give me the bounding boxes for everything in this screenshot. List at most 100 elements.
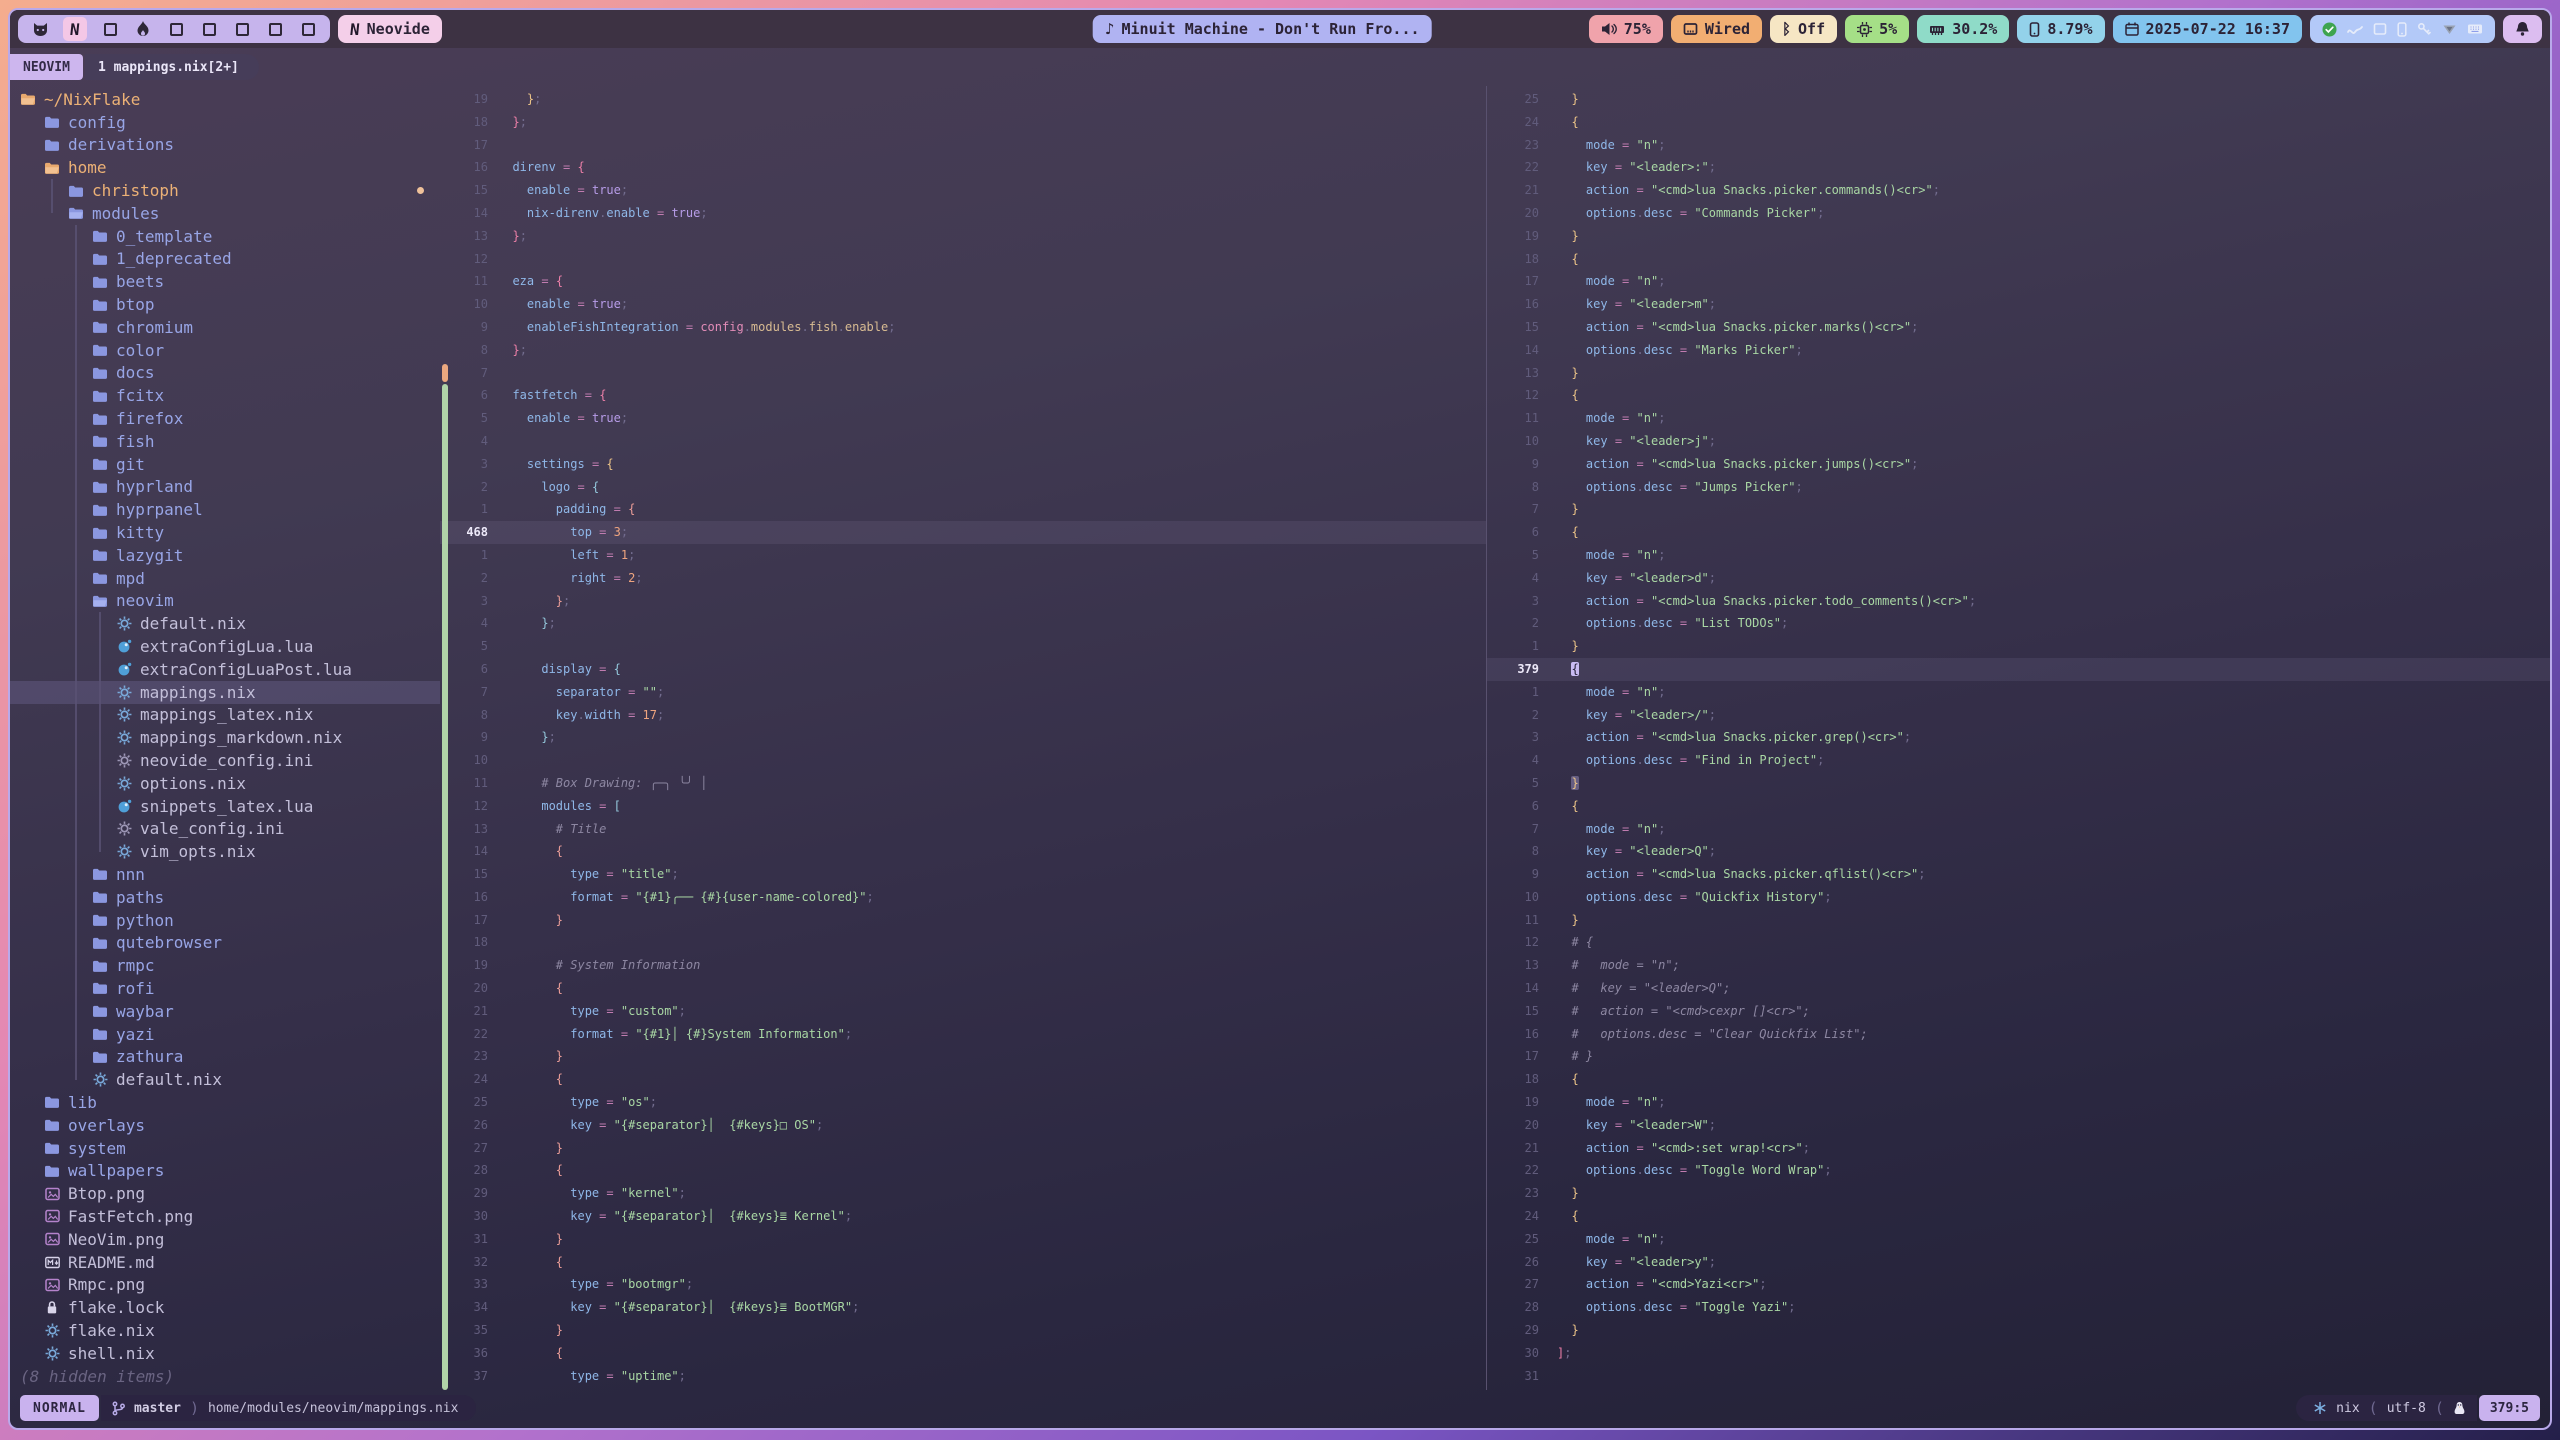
code-line[interactable]: 14 { [440,840,1486,863]
code-line[interactable]: 35 } [440,1319,1486,1342]
tree-item-Btop.png[interactable]: Btop.png [10,1182,440,1205]
code-line[interactable]: 2 logo = { [440,476,1486,499]
code-line[interactable]: 24 { [1487,1205,2550,1228]
code-line[interactable]: 32 { [440,1251,1486,1274]
active-window-title[interactable]: N Neovide [338,15,442,43]
tree-item-christoph[interactable]: christoph [10,179,440,202]
code-line[interactable]: 4 [440,430,1486,453]
window-icon[interactable] [2373,22,2387,36]
workspace-3-empty-icon[interactable] [100,19,120,39]
code-line[interactable]: 15 type = "title"; [440,863,1486,886]
code-line[interactable]: 20 { [440,977,1486,1000]
code-pane-left[interactable]: 19 };18 };1716 direnv = {15 enable = tru… [440,86,1486,1390]
code-line[interactable]: 25 mode = "n"; [1487,1228,2550,1251]
workspace-7-empty-icon[interactable] [232,19,252,39]
code-line[interactable]: 9 action = "<cmd>lua Snacks.picker.qflis… [1487,863,2550,886]
phone-icon[interactable] [2397,22,2407,37]
code-line[interactable]: 30 key = "{#separator}│ {#keys}≣ Kernel"… [440,1205,1486,1228]
code-line[interactable]: 7 separator = ""; [440,681,1486,704]
tree-item-flake.nix[interactable]: flake.nix [10,1319,440,1342]
code-line[interactable]: 20 key = "<leader>W"; [1487,1114,2550,1137]
code-line[interactable]: 12 # { [1487,931,2550,954]
code-line[interactable]: 22 options.desc = "Toggle Word Wrap"; [1487,1159,2550,1182]
code-line[interactable]: 13 } [1487,362,2550,385]
tree-item-flake.lock[interactable]: flake.lock [10,1296,440,1319]
code-line[interactable]: 31 } [440,1228,1486,1251]
code-line[interactable]: 17 mode = "n"; [1487,270,2550,293]
code-line[interactable]: 5 } [1487,772,2550,795]
code-line[interactable]: 8 key = "<leader>Q"; [1487,840,2550,863]
code-line[interactable]: 1 left = 1; [440,544,1486,567]
code-line[interactable]: 11 mode = "n"; [1487,407,2550,430]
code-line[interactable]: 21 type = "custom"; [440,1000,1486,1023]
code-line[interactable]: 18 { [1487,1068,2550,1091]
code-line[interactable]: 8 key.width = 17; [440,704,1486,727]
code-line[interactable]: 33 type = "bootmgr"; [440,1273,1486,1296]
code-line[interactable]: 24 { [1487,111,2550,134]
code-line[interactable]: 19 # System Information [440,954,1486,977]
code-line[interactable]: 12 { [1487,384,2550,407]
tree-item-README.md[interactable]: README.md [10,1251,440,1274]
tree-item-config[interactable]: config [10,111,440,134]
tree-item-FastFetch.png[interactable]: FastFetch.png [10,1205,440,1228]
tree-item-home[interactable]: home [10,156,440,179]
code-line[interactable]: 27 } [440,1137,1486,1160]
code-line[interactable]: 6 fastfetch = { [440,384,1486,407]
code-line[interactable]: 20 options.desc = "Commands Picker"; [1487,202,2550,225]
code-line[interactable]: 29 } [1487,1319,2550,1342]
notifications-button[interactable] [2503,15,2542,43]
code-line[interactable]: 21 action = "<cmd>lua Snacks.picker.comm… [1487,179,2550,202]
tree-item-~/NixFlake[interactable]: ~/NixFlake [10,88,440,111]
code-line[interactable]: 1 } [1487,635,2550,658]
tree-item-lib[interactable]: lib [10,1091,440,1114]
code-line[interactable]: 19 }; [440,88,1486,111]
code-line[interactable]: 17 } [440,909,1486,932]
code-line[interactable]: 5 mode = "n"; [1487,544,2550,567]
code-line[interactable]: 23 mode = "n"; [1487,134,2550,157]
code-line[interactable]: 23 } [1487,1182,2550,1205]
code-line[interactable]: 7 mode = "n"; [1487,818,2550,841]
code-line[interactable]: 23 } [440,1045,1486,1068]
code-line[interactable]: 28 { [440,1159,1486,1182]
code-line[interactable]: 28 options.desc = "Toggle Yazi"; [1487,1296,2550,1319]
code-line[interactable]: 17 [440,134,1486,157]
code-line[interactable]: 16 key = "<leader>m"; [1487,293,2550,316]
code-line[interactable]: 9 }; [440,726,1486,749]
key-icon[interactable] [2417,22,2432,37]
code-line[interactable]: 3 action = "<cmd>lua Snacks.picker.grep(… [1487,726,2550,749]
code-line[interactable]: 34 key = "{#separator}│ {#keys}≣ BootMGR… [440,1296,1486,1319]
workspace-6-empty-icon[interactable] [199,19,219,39]
keyboard-icon[interactable] [2467,23,2483,35]
code-line[interactable]: 10 key = "<leader>j"; [1487,430,2550,453]
code-line[interactable]: 468 top = 3; [440,521,1486,544]
code-line[interactable]: 10 options.desc = "Quickfix History"; [1487,886,2550,909]
code-line[interactable]: 10 [440,749,1486,772]
code-line[interactable]: 12 modules = [ [440,795,1486,818]
code-line[interactable]: 15 action = "<cmd>lua Snacks.picker.mark… [1487,316,2550,339]
code-line[interactable]: 17 # } [1487,1045,2550,1068]
code-line[interactable]: 15 # action = "<cmd>cexpr []<cr>"; [1487,1000,2550,1023]
workspace-1-cat-icon[interactable] [30,19,50,39]
code-line[interactable]: 18 [440,931,1486,954]
tree-item-wallpapers[interactable]: wallpapers [10,1159,440,1182]
code-line[interactable]: 16 # options.desc = "Clear Quickfix List… [1487,1023,2550,1046]
code-line[interactable]: 15 enable = true; [440,179,1486,202]
workspace-8-empty-icon[interactable] [265,19,285,39]
code-line[interactable]: 4 }; [440,612,1486,635]
workspace-9-empty-icon[interactable] [298,19,318,39]
code-line[interactable]: 14 options.desc = "Marks Picker"; [1487,339,2550,362]
tree-item-shell.nix[interactable]: shell.nix [10,1342,440,1365]
code-line[interactable]: 11 } [1487,909,2550,932]
code-line[interactable]: 3 settings = { [440,453,1486,476]
tree-item-modules[interactable]: modules [10,202,440,225]
memory-widget[interactable]: 30.2% [1917,15,2009,43]
vpn-wave-icon[interactable] [2347,23,2363,36]
code-line[interactable]: 13 # mode = "n"; [1487,954,2550,977]
code-line[interactable]: 2 key = "<leader>/"; [1487,704,2550,727]
code-line[interactable]: 29 type = "kernel"; [440,1182,1486,1205]
code-line[interactable]: 10 enable = true; [440,293,1486,316]
code-line[interactable]: 16 direnv = { [440,156,1486,179]
code-line[interactable]: 8 }; [440,339,1486,362]
code-line[interactable]: 14 # key = "<leader>Q"; [1487,977,2550,1000]
code-line[interactable]: 379 { [1487,658,2550,681]
